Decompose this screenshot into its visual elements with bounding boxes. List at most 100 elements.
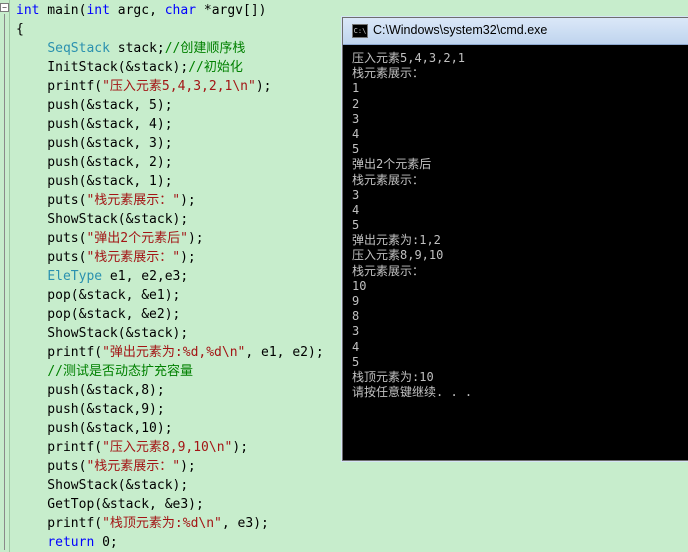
code-line[interactable]: pop(&stack, &e2); bbox=[16, 305, 180, 324]
code-token: , e3); bbox=[221, 516, 269, 531]
code-line[interactable]: SeqStack stack;//创建顺序栈 bbox=[16, 39, 245, 58]
console-line: 2 bbox=[352, 96, 360, 111]
code-line[interactable]: puts("栈元素展示："); bbox=[16, 248, 196, 267]
code-token: push(&stack, 4); bbox=[16, 117, 173, 132]
console-line: 弹出元素为:1,2 bbox=[352, 233, 441, 248]
code-token: GetTop(&stack, &e3); bbox=[16, 497, 204, 512]
code-line[interactable]: GetTop(&stack, &e3); bbox=[16, 495, 204, 514]
code-line[interactable]: push(&stack, 4); bbox=[16, 115, 173, 134]
console-line: 4 bbox=[352, 339, 360, 354]
code-token: puts( bbox=[16, 193, 87, 208]
code-token: ShowStack(&stack); bbox=[16, 326, 189, 341]
console-line: 4 bbox=[352, 202, 360, 217]
code-token: "压入元素8,9,10\n" bbox=[102, 440, 233, 455]
console-line: 5 bbox=[352, 142, 360, 157]
code-token: push(&stack, 3); bbox=[16, 136, 173, 151]
code-token: push(&stack, 5); bbox=[16, 98, 173, 113]
code-token: main( bbox=[39, 3, 87, 18]
console-line: 请按任意键继续. . . bbox=[352, 385, 473, 400]
code-line[interactable]: push(&stack,10); bbox=[16, 419, 172, 438]
cmd-icon: C:\ bbox=[352, 24, 368, 38]
code-token: , e1, e2); bbox=[245, 345, 324, 360]
code-line[interactable]: ShowStack(&stack); bbox=[16, 210, 188, 229]
code-token: "栈元素展示：" bbox=[86, 193, 181, 208]
code-token: ); bbox=[255, 79, 272, 94]
code-token: ); bbox=[180, 250, 196, 265]
console-line: 栈元素展示： bbox=[352, 66, 425, 81]
code-line[interactable]: InitStack(&stack);//初始化 bbox=[16, 58, 243, 77]
console-line: 5 bbox=[352, 354, 360, 369]
code-token: push(&stack, 1); bbox=[16, 174, 173, 189]
code-token: int bbox=[16, 3, 40, 18]
code-token: push(&stack, 2); bbox=[16, 155, 173, 170]
code-line[interactable]: push(&stack, 1); bbox=[16, 172, 173, 191]
code-token: printf( bbox=[16, 440, 103, 455]
code-token: pop(&stack, &e1); bbox=[16, 288, 181, 303]
code-line[interactable]: puts("栈元素展示："); bbox=[16, 457, 195, 476]
code-line[interactable]: int main(int argc, char *argv[]) bbox=[16, 1, 267, 20]
code-token: ShowStack(&stack); bbox=[16, 212, 189, 227]
code-token: puts( bbox=[16, 459, 87, 474]
code-token: printf( bbox=[16, 516, 103, 531]
console-window[interactable]: C:\ C:\Windows\system32\cmd.exe 压入元素5,4,… bbox=[342, 17, 688, 461]
code-line[interactable]: puts("栈元素展示："); bbox=[16, 191, 195, 210]
console-line: 3 bbox=[352, 324, 360, 339]
console-output: 压入元素5,4,3,2,1 栈元素展示： 1 2 3 4 5 弹出2个元素后 栈元素展示： 3 4 5… bbox=[352, 51, 682, 400]
console-line: 栈顶元素为:10 bbox=[352, 369, 434, 384]
code-line[interactable]: pop(&stack, &e1); bbox=[16, 286, 180, 305]
code-line[interactable]: printf("压入元素8,9,10\n"); bbox=[16, 438, 248, 457]
code-line[interactable]: return 0; bbox=[16, 533, 117, 552]
code-token: stack; bbox=[109, 41, 165, 56]
code-line[interactable]: EleType e1, e2,e3; bbox=[16, 267, 188, 286]
console-line: 4 bbox=[352, 126, 360, 141]
code-line[interactable]: push(&stack, 3); bbox=[16, 134, 173, 153]
console-line: 1 bbox=[352, 81, 360, 96]
code-token: //初始化 bbox=[188, 60, 243, 75]
code-token: "栈顶元素为:%d\n" bbox=[102, 516, 222, 531]
code-token: e1, e2,e3; bbox=[102, 269, 189, 284]
console-line: 3 bbox=[352, 187, 360, 202]
console-line: 压入元素8,9,10 bbox=[352, 248, 444, 263]
code-token: argc, bbox=[109, 3, 165, 18]
code-line[interactable]: push(&stack, 5); bbox=[16, 96, 173, 115]
fold-toggle-icon[interactable]: − bbox=[0, 3, 9, 12]
console-line: 9 bbox=[352, 294, 360, 308]
code-line[interactable]: push(&stack, 2); bbox=[16, 153, 173, 172]
code-token: printf( bbox=[16, 79, 103, 94]
code-token: pop(&stack, &e2); bbox=[16, 307, 181, 322]
console-line: 3 bbox=[352, 111, 360, 126]
code-token: InitStack(&stack); bbox=[16, 60, 189, 75]
console-title-bar[interactable]: C:\ C:\Windows\system32\cmd.exe bbox=[343, 18, 688, 45]
console-line: 5 bbox=[352, 218, 360, 233]
code-token: "栈元素展示：" bbox=[86, 459, 181, 474]
console-line: 弹出2个元素后 bbox=[352, 157, 432, 172]
code-token: SeqStack bbox=[47, 41, 110, 56]
code-token: printf( bbox=[16, 345, 103, 360]
code-token: //测试是否动态扩充容量 bbox=[47, 364, 193, 379]
code-token: "弹出2个元素后" bbox=[86, 231, 188, 246]
code-line[interactable]: printf("栈顶元素为:%d\n", e3); bbox=[16, 514, 269, 533]
code-token: push(&stack,8); bbox=[16, 383, 165, 398]
code-token: "压入元素5,4,3,2,1\n" bbox=[102, 79, 256, 94]
code-line[interactable]: //测试是否动态扩充容量 bbox=[16, 362, 193, 381]
code-line[interactable]: push(&stack,8); bbox=[16, 381, 165, 400]
code-line[interactable]: puts("弹出2个元素后"); bbox=[16, 229, 204, 248]
editor-gutter: − bbox=[0, 0, 10, 552]
code-token: //创建顺序栈 bbox=[164, 41, 246, 56]
code-line[interactable]: printf("弹出元素为:%d,%d\n", e1, e2); bbox=[16, 343, 324, 362]
code-line[interactable]: { bbox=[16, 20, 24, 39]
code-token: EleType bbox=[47, 269, 103, 284]
code-line[interactable]: ShowStack(&stack); bbox=[16, 476, 188, 495]
code-line[interactable]: printf("压入元素5,4,3,2,1\n"); bbox=[16, 77, 272, 96]
code-token: ShowStack(&stack); bbox=[16, 478, 189, 493]
code-token: { bbox=[16, 22, 24, 37]
code-token: int bbox=[86, 3, 110, 18]
code-line[interactable]: ShowStack(&stack); bbox=[16, 324, 188, 343]
console-line: 栈元素展示： bbox=[352, 263, 425, 278]
console-line: 10 bbox=[352, 278, 367, 293]
code-line[interactable]: push(&stack,9); bbox=[16, 400, 164, 419]
code-token: ); bbox=[187, 231, 204, 246]
